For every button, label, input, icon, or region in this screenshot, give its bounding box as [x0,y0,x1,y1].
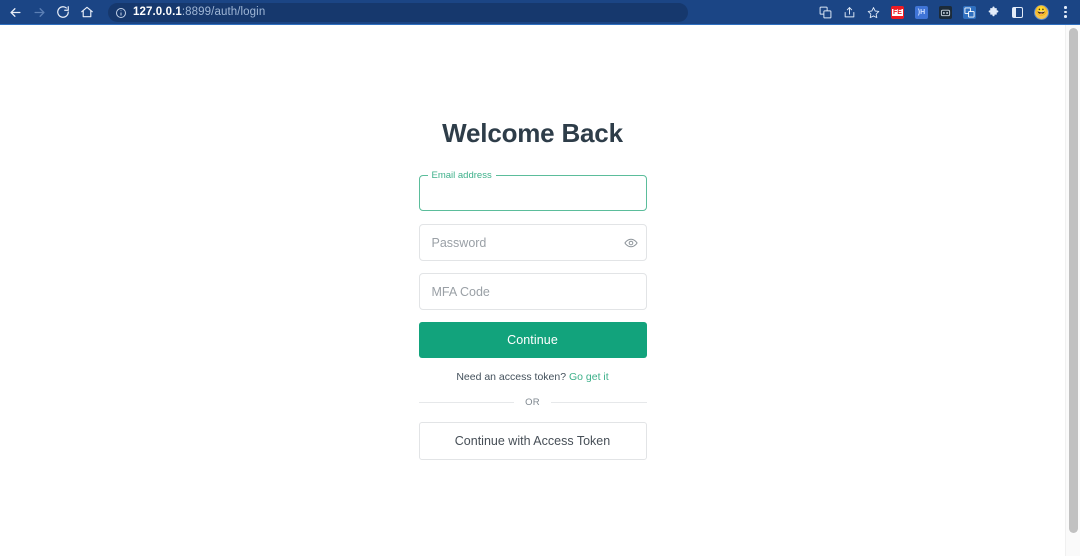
forward-button[interactable] [28,1,50,23]
password-field-container[interactable] [418,224,647,261]
url-text: 127.0.0.1:8899/auth/login [133,6,265,18]
email-input[interactable] [418,171,647,211]
browser-menu-icon[interactable] [1055,2,1076,23]
browser-nav-buttons [0,1,100,23]
page-content: Welcome Back Email address Continue Need… [0,25,1065,556]
side-panel-icon[interactable] [1007,2,1028,23]
address-bar[interactable]: 127.0.0.1:8899/auth/login [108,2,688,22]
access-token-helper-text: Need an access token? [456,371,567,383]
translate-icon[interactable] [815,2,836,23]
divider-line-right [550,402,647,403]
bookmark-star-icon[interactable] [863,2,884,23]
url-host: 127.0.0.1 [133,6,182,18]
divider-line-left [418,402,515,403]
continue-button[interactable]: Continue [418,322,647,358]
continue-with-access-token-button[interactable]: Continue with Access Token [418,422,647,460]
page-scrollbar[interactable] [1065,25,1080,556]
reload-button[interactable] [52,1,74,23]
eye-icon[interactable] [616,225,646,260]
password-input[interactable] [419,225,616,260]
go-get-it-link[interactable]: Go get it [569,371,609,383]
scrollbar-thumb[interactable] [1069,28,1078,533]
divider-label: OR [525,397,540,408]
home-button[interactable] [76,1,98,23]
extensions-puzzle-icon[interactable] [983,2,1004,23]
browser-toolbar: 127.0.0.1:8899/auth/login FE )H 😀 [0,0,1080,25]
extension-robot-icon[interactable] [935,2,956,23]
back-button[interactable] [4,1,26,23]
extension-fe-icon[interactable]: FE [887,2,908,23]
mfa-input[interactable] [419,274,646,309]
share-icon[interactable] [839,2,860,23]
access-token-helper: Need an access token? Go get it [419,371,647,383]
email-field-container[interactable]: Email address [418,171,647,211]
mfa-field-container[interactable] [418,273,647,310]
extension-translate-icon[interactable] [959,2,980,23]
toolbar-icon-group: FE )H 😀 [812,2,1080,23]
extension-jh-icon[interactable]: )H [911,2,932,23]
page-title: Welcome Back [442,118,623,148]
page-viewport: Welcome Back Email address Continue Need… [0,25,1080,556]
login-form: Welcome Back Email address Continue Need… [418,118,647,556]
or-divider: OR [418,397,647,408]
url-path: :8899/auth/login [181,6,266,18]
info-circle-icon[interactable] [115,6,127,18]
profile-avatar[interactable]: 😀 [1031,2,1052,23]
